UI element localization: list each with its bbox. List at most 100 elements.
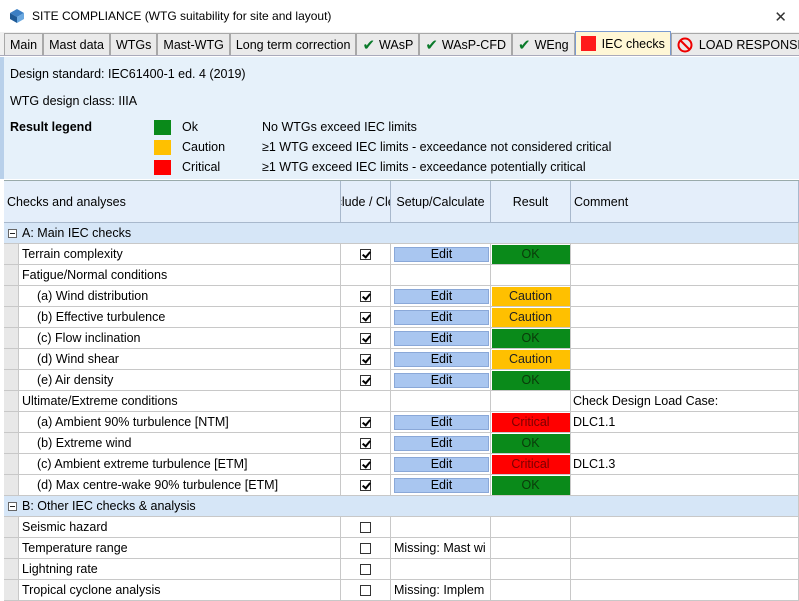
edit-button[interactable]: Edit (394, 435, 489, 451)
include-checkbox[interactable] (360, 332, 371, 344)
table-row: (c) Flow inclination Edit OK (4, 328, 799, 349)
app-logo-icon (9, 8, 25, 24)
section-a-header[interactable]: A: Main IEC checks (4, 223, 799, 244)
header-include[interactable]: Include / Clear (341, 181, 391, 223)
tab-load-response[interactable]: LOAD RESPONSE (670, 33, 799, 55)
edit-button[interactable]: Edit (394, 351, 489, 367)
comment-cell[interactable] (571, 538, 799, 559)
include-checkbox[interactable] (360, 248, 371, 260)
include-checkbox[interactable] (360, 290, 371, 302)
section-a-row[interactable]: A: Main IEC checks (4, 223, 799, 244)
include-checkbox[interactable] (360, 416, 371, 428)
header-result[interactable]: Result (491, 181, 571, 223)
setup-cell (391, 265, 491, 286)
include-checkbox-cell[interactable] (341, 559, 391, 580)
result-cell (491, 265, 571, 286)
setup-cell: Edit (391, 244, 491, 265)
edit-button[interactable]: Edit (394, 477, 489, 493)
comment-cell[interactable] (571, 475, 799, 496)
orange-swatch-icon (154, 139, 171, 155)
include-checkbox[interactable] (360, 374, 371, 386)
tab-mast-data[interactable]: Mast data (43, 33, 110, 55)
edit-button[interactable]: Edit (394, 414, 489, 430)
tab-wtgs[interactable]: WTGs (109, 33, 158, 55)
comment-cell[interactable] (571, 433, 799, 454)
comment-cell[interactable]: DLC1.3 (571, 454, 799, 475)
collapse-icon[interactable] (8, 228, 17, 238)
include-checkbox[interactable] (360, 584, 371, 596)
edit-button[interactable]: Edit (394, 288, 489, 304)
tab-wasp-cfd[interactable]: ✔ WAsP-CFD (419, 33, 513, 55)
include-checkbox-cell[interactable] (341, 580, 391, 601)
result-cell: Caution (491, 349, 571, 370)
result-cell: Critical (491, 454, 571, 475)
include-checkbox-cell[interactable] (341, 286, 391, 307)
include-checkbox-cell[interactable] (341, 538, 391, 559)
include-checkbox-cell[interactable] (341, 475, 391, 496)
result-cell (491, 580, 571, 601)
edit-button[interactable]: Edit (394, 456, 489, 472)
setup-cell: Edit (391, 349, 491, 370)
comment-cell[interactable] (571, 286, 799, 307)
comment-cell[interactable]: DLC1.1 (571, 412, 799, 433)
comment-cell[interactable] (571, 370, 799, 391)
include-checkbox[interactable] (360, 521, 371, 533)
row-indent (4, 391, 19, 412)
include-checkbox[interactable] (360, 353, 371, 365)
include-checkbox-cell[interactable] (341, 328, 391, 349)
include-checkbox-cell[interactable] (341, 412, 391, 433)
tab-mast-wtg[interactable]: Mast-WTG (157, 33, 230, 55)
include-checkbox[interactable] (360, 542, 371, 554)
section-b-row[interactable]: B: Other IEC checks & analysis (4, 496, 799, 517)
comment-cell[interactable] (571, 517, 799, 538)
tab-wasp[interactable]: ✔ WAsP (356, 33, 420, 55)
setup-status: Missing: Implem (391, 580, 491, 601)
include-checkbox[interactable] (360, 311, 371, 323)
include-checkbox-cell[interactable] (341, 307, 391, 328)
collapse-icon[interactable] (8, 501, 17, 511)
tab-iec-checks[interactable]: IEC checks (574, 31, 671, 55)
edit-button[interactable]: Edit (394, 309, 489, 325)
tab-weng[interactable]: ✔ WEng (512, 33, 575, 55)
row-indent (4, 538, 19, 559)
include-checkbox-cell[interactable] (341, 517, 391, 538)
include-checkbox[interactable] (360, 563, 371, 575)
comment-cell[interactable] (571, 307, 799, 328)
tab-long-term-correction[interactable]: Long term correction (229, 33, 357, 55)
edit-button[interactable]: Edit (394, 372, 489, 388)
result-cell (491, 517, 571, 538)
check-label: Temperature range (19, 538, 341, 559)
comment-cell[interactable] (571, 559, 799, 580)
comment-cell[interactable] (571, 349, 799, 370)
check-label: (a) Wind distribution (19, 286, 341, 307)
include-checkbox-cell[interactable] (341, 433, 391, 454)
edit-button[interactable]: Edit (394, 330, 489, 346)
header-checks[interactable]: Checks and analyses (4, 181, 341, 223)
header-setup[interactable]: Setup/Calculate (391, 181, 491, 223)
comment-cell[interactable]: Check Design Load Case: (571, 391, 799, 412)
section-b-header[interactable]: B: Other IEC checks & analysis (4, 496, 799, 517)
include-checkbox-cell[interactable] (341, 349, 391, 370)
include-checkbox-cell[interactable] (341, 370, 391, 391)
close-button[interactable]: ✕ (774, 8, 787, 26)
include-checkbox[interactable] (360, 437, 371, 449)
edit-button[interactable]: Edit (394, 246, 489, 262)
include-checkbox-cell[interactable] (341, 454, 391, 475)
comment-cell[interactable] (571, 580, 799, 601)
comment-cell[interactable] (571, 244, 799, 265)
comment-cell[interactable] (571, 328, 799, 349)
section-label: A: Main IEC checks (22, 226, 132, 240)
group-label: Fatigue/Normal conditions (19, 265, 341, 286)
include-checkbox[interactable] (360, 458, 371, 470)
legend-caution: Caution ≥1 WTG exceed IEC limits - excee… (154, 139, 611, 155)
design-class: WTG design class: IIIA (10, 94, 138, 108)
result-badge: Critical (491, 412, 570, 432)
include-checkbox[interactable] (360, 479, 371, 491)
tab-main[interactable]: Main (4, 33, 44, 55)
result-cell: OK (491, 433, 571, 454)
setup-cell (391, 559, 491, 580)
include-checkbox-cell[interactable] (341, 244, 391, 265)
comment-cell[interactable] (571, 265, 799, 286)
header-comment[interactable]: Comment (571, 181, 799, 223)
row-indent (4, 370, 19, 391)
